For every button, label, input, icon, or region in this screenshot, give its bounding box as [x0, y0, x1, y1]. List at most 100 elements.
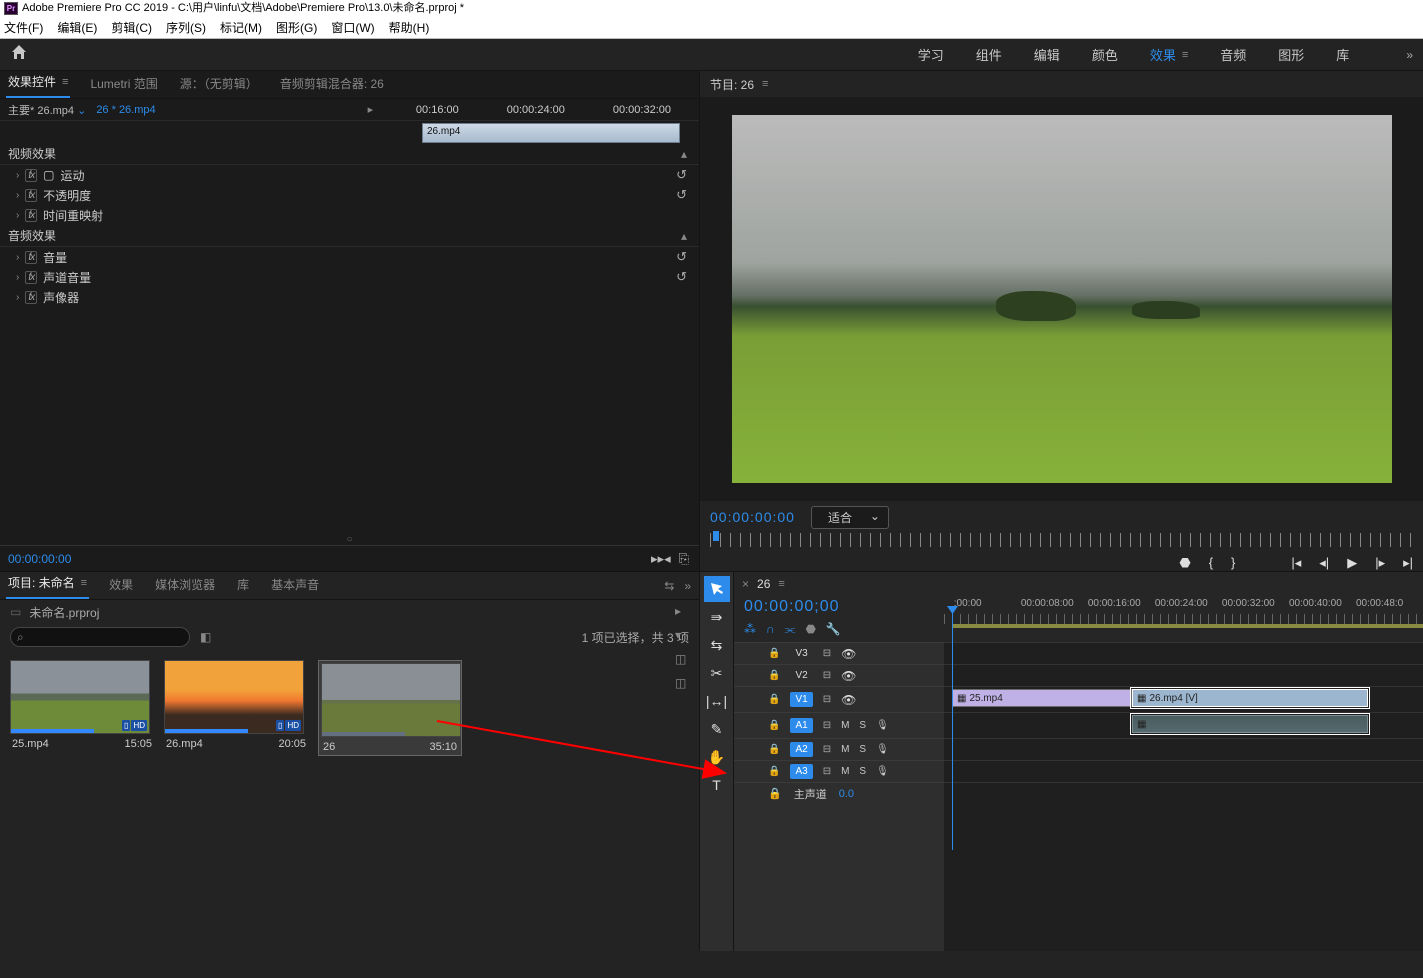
mark-out-icon[interactable]: } [1231, 555, 1235, 571]
export-icon[interactable]: ⎘ [679, 551, 689, 567]
tab-effects[interactable]: 效果 [107, 572, 135, 599]
eye-icon[interactable]: 👁 [841, 669, 856, 683]
ec-clip-bar[interactable]: 26.mp4 [422, 123, 680, 143]
search-input[interactable]: ⌕ [10, 627, 190, 647]
tab-audio-mixer[interactable]: 音频剪辑混合器: 26 [278, 71, 386, 98]
ec-prop-opacity[interactable]: ›fx不透明度↺ [0, 185, 699, 205]
program-timecode[interactable]: 00:00:00:00 [710, 509, 795, 525]
step-fwd-icon[interactable]: |▸ [1375, 555, 1385, 571]
lock-icon[interactable]: 🔒 [768, 766, 780, 777]
home-icon[interactable] [10, 44, 36, 65]
tab-project[interactable]: 项目: 未命名≡ [6, 570, 89, 599]
track-header-a2[interactable]: 🔒A2⊟MS🎙 [734, 742, 944, 757]
mic-icon[interactable]: 🎙 [876, 744, 889, 755]
zoom-fit-dropdown[interactable]: 适合⌄ [811, 506, 889, 529]
program-playhead[interactable] [713, 531, 719, 541]
tab-media-browser[interactable]: 媒体浏览器 [153, 572, 217, 599]
settings-icon[interactable]: 🔧 [826, 622, 841, 637]
lock-icon[interactable]: 🔒 [768, 670, 780, 681]
timeline-timecode[interactable]: 00:00:00;00 [744, 596, 944, 616]
lock-icon[interactable]: 🔒 [768, 744, 780, 755]
close-sequence-icon[interactable]: × [742, 577, 749, 591]
tab-overflow[interactable]: ⇆ » [662, 575, 693, 599]
program-monitor-frame[interactable] [732, 115, 1392, 483]
play-icon[interactable]: ▶ [1347, 555, 1357, 571]
workspace-graphics[interactable]: 图形 [1262, 45, 1320, 64]
tab-lumetri[interactable]: Lumetri 范围 [88, 71, 159, 98]
overflow-icon[interactable]: » [1406, 48, 1413, 62]
track-header-a1[interactable]: 🔒A1⊟MS🎙 [734, 718, 944, 733]
ec-prop-volume[interactable]: ›fx音量↺ [0, 247, 699, 267]
lock-icon[interactable]: 🔒 [768, 694, 780, 705]
ec-audio-fx-header[interactable]: 音频效果▴ [0, 225, 699, 247]
go-to-out-icon[interactable]: ▸| [1403, 555, 1413, 571]
menu-file[interactable]: 文件(F) [4, 17, 43, 38]
lock-icon[interactable]: 🔒 [768, 720, 780, 731]
pen-tool[interactable]: ✎ [704, 716, 730, 742]
clip-26mp4-v1[interactable]: ▦26.mp4 [V] [1132, 689, 1368, 707]
menu-graphics[interactable]: 图形(G) [276, 17, 317, 38]
tab-effect-controls[interactable]: 效果控件≡ [6, 69, 70, 98]
ec-prop-motion[interactable]: ›fx▢运动↺ [0, 165, 699, 185]
tab-sequence[interactable]: 26 [757, 577, 770, 591]
clip-26mp4-a1[interactable]: ▦ [1132, 715, 1368, 733]
step-back-icon[interactable]: ◂| [1319, 555, 1329, 571]
reset-icon[interactable]: ↺ [676, 249, 687, 265]
track-header-a3[interactable]: 🔒A3⊟MS🎙 [734, 764, 944, 779]
type-tool[interactable]: T [704, 772, 730, 798]
tab-source[interactable]: 源：（无剪辑） [178, 71, 260, 98]
menu-mark[interactable]: 标记(M) [220, 17, 262, 38]
marker-add-icon[interactable]: ⬣ [1179, 555, 1190, 571]
ec-prop-timeremap[interactable]: ›fx时间重映射 [0, 205, 699, 225]
menu-help[interactable]: 帮助(H) [389, 17, 430, 38]
master-track[interactable]: 🔒主声道0.0 [734, 782, 944, 804]
menu-lines-icon[interactable]: ≡ [778, 578, 784, 590]
ripple-tool[interactable]: ⇆ [704, 632, 730, 658]
workspace-editing[interactable]: 编辑 [1018, 45, 1076, 64]
menu-window[interactable]: 窗口(W) [331, 17, 374, 38]
ec-sequence-clip[interactable]: 26 * 26.mp4 [96, 104, 155, 116]
workspace-assembly[interactable]: 组件 [960, 45, 1018, 64]
slip-tool[interactable]: |↔| [704, 688, 730, 714]
mic-icon[interactable]: 🎙 [876, 766, 889, 777]
timeline-playhead[interactable] [952, 610, 953, 850]
track-select-tool[interactable]: ⇛ [704, 604, 730, 630]
menu-lines-icon[interactable]: ≡ [762, 78, 768, 90]
lock-icon[interactable]: 🔒 [768, 648, 780, 659]
link-icon[interactable]: ⫘ [785, 622, 796, 637]
workspace-libraries[interactable]: 库 [1320, 45, 1365, 64]
ec-video-fx-header[interactable]: 视频效果▴ [0, 143, 699, 165]
ec-prop-panner[interactable]: ›fx声像器 [0, 287, 699, 307]
menu-edit[interactable]: 编辑(E) [57, 17, 97, 38]
tab-program[interactable]: 节目: 26 [710, 76, 754, 93]
program-ruler[interactable] [710, 533, 1413, 547]
eye-icon[interactable]: 👁 [841, 693, 856, 707]
clip-icon[interactable]: ◫ [675, 676, 695, 690]
film-icon[interactable]: ◫ [675, 652, 695, 666]
workspace-learn[interactable]: 学习 [902, 45, 960, 64]
go-to-in-icon[interactable]: |◂ [1291, 555, 1301, 571]
reset-icon[interactable]: ↺ [676, 269, 687, 285]
project-item-25mp4[interactable]: ▯HD 25.mp415:05 [10, 660, 154, 756]
playhead-marker-icon[interactable]: ▸ [368, 103, 374, 116]
timeline-ruler[interactable]: :00:00 00:00:08:00 00:00:16:00 00:00:24:… [944, 598, 1423, 609]
ec-timecode[interactable]: 00:00:00:00 [0, 552, 71, 566]
mic-icon[interactable]: 🎙 [876, 720, 889, 731]
new-item-icon[interactable]: ▸ [675, 604, 695, 618]
project-item-26mp4[interactable]: ▯HD 26.mp420:05 [164, 660, 308, 756]
menu-clip[interactable]: 剪辑(C) [111, 17, 152, 38]
magnet-icon[interactable]: ∩ [766, 622, 775, 637]
reset-icon[interactable]: ↺ [676, 167, 687, 183]
workspace-color[interactable]: 颜色 [1076, 45, 1134, 64]
menu-sequence[interactable]: 序列(S) [166, 17, 206, 38]
snap-icon[interactable]: ⁂ [744, 622, 756, 637]
clip-25mp4-v1[interactable]: ▦25.mp4 [952, 689, 1132, 707]
tab-essential-sound[interactable]: 基本声音 [269, 572, 321, 599]
track-header-v2[interactable]: 🔒V2⊟👁 [734, 668, 944, 683]
reset-icon[interactable]: ↺ [676, 187, 687, 203]
tab-libraries[interactable]: 库 [235, 572, 251, 599]
eye-icon[interactable]: 👁 [841, 647, 856, 661]
marker-icon[interactable]: ⬣ [805, 622, 815, 637]
workspace-audio[interactable]: 音频 [1204, 45, 1262, 64]
hand-tool[interactable]: ✋ [704, 744, 730, 770]
